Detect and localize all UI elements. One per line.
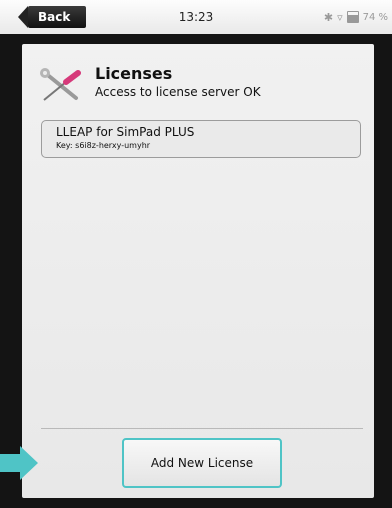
wifi-icon: ▿ [337,10,343,24]
divider [41,428,363,429]
add-new-license-label: Add New License [150,456,254,470]
license-name: LLEAP for SimPad PLUS [56,125,195,139]
arrow-right-icon [0,446,38,480]
battery-icon [346,11,359,23]
bluetooth-icon: ✱ [323,10,334,24]
license-key: Key: s6i8z-herxy-umyhr [56,141,151,150]
wrench-screwdriver-icon [40,68,81,101]
back-button[interactable]: Back [18,6,86,28]
add-new-license-button[interactable]: Add New License [122,438,282,488]
page-title: Licenses [95,64,173,83]
server-status-text: Access to license server OK [95,85,261,99]
status-clock: 13:23 [178,10,214,24]
status-bar: Back 13:23 ✱ ▿ 74 % [0,0,392,35]
license-item[interactable]: LLEAP for SimPad PLUS Key: s6i8z-herxy-u… [41,120,361,158]
status-icons: ✱ ▿ 74 % [324,0,388,34]
battery-percentage: 74 % [362,11,388,23]
licenses-panel [22,44,374,498]
